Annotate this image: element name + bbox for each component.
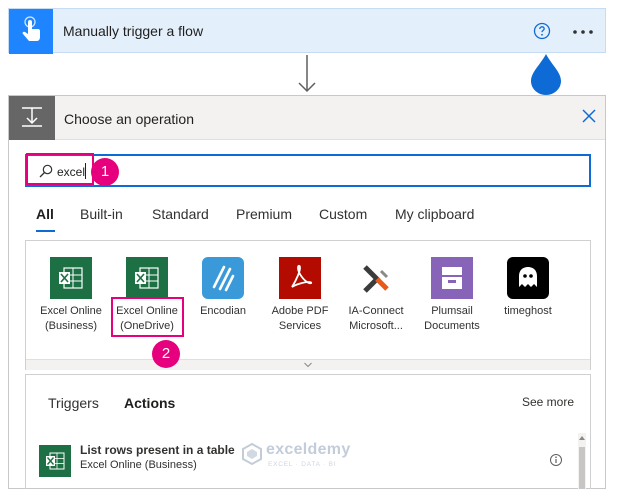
connector-grid: Excel Online (Business) Excel Online (On… [25,240,591,370]
watermark-name: exceldemy [266,441,351,458]
tab-premium[interactable]: Premium [236,206,292,222]
connector-label-line2: Documents [424,320,480,332]
onedrive-highlight-box [111,297,184,337]
excel-icon [39,445,71,477]
action-title: List rows present in a table [80,443,235,457]
expand-connectors-bar[interactable] [26,359,590,370]
scroll-up-arrow-icon[interactable] [577,433,587,443]
panel-header: Choose an operation [9,96,605,140]
excel-icon [50,257,92,299]
plumsail-icon [431,257,473,299]
close-icon[interactable] [581,108,597,124]
touch-hand-icon [22,16,40,41]
tab-actions[interactable]: Actions [124,395,175,411]
tab-custom[interactable]: Custom [319,206,367,222]
operation-icon [22,107,42,127]
panel-icon-box [9,96,55,140]
chevron-down-icon [304,362,312,368]
watermark: exceldemy EXCEL · DATA · BI [236,440,396,472]
active-tab-underline [36,230,55,232]
action-subtitle: Excel Online (Business) [80,459,197,471]
help-circle-icon[interactable] [533,22,551,40]
step-badge-2: 2 [152,340,180,368]
exceldemy-logo-icon [242,442,262,466]
trigger-title: Manually trigger a flow [63,23,204,39]
tab-triggers[interactable]: Triggers [48,395,99,411]
choose-operation-panel: Choose an operation excel 1 All Built-in… [8,95,606,489]
arrow-down-icon [298,55,316,93]
insert-step-drop-icon[interactable] [529,52,563,96]
ellipsis-icon[interactable] [572,29,594,35]
tab-standard[interactable]: Standard [152,206,209,222]
timeghost-icon [507,257,549,299]
step-badge-1: 1 [91,158,119,186]
connector-label-line1: timeghost [504,305,552,317]
adobe-pdf-icon [279,257,321,299]
tab-my-clipboard[interactable]: My clipboard [395,206,474,222]
watermark-tagline: EXCEL · DATA · BI [268,461,337,468]
trigger-icon-box [9,9,53,54]
search-highlight-box [26,153,94,185]
encodian-icon [202,257,244,299]
connector-timeghost[interactable]: timeghost [483,257,573,319]
see-more-link[interactable]: See more [522,395,574,409]
info-icon[interactable] [549,453,563,467]
tab-all[interactable]: All [36,206,54,222]
ia-connect-icon [355,257,397,299]
excel-icon [126,257,168,299]
panel-title: Choose an operation [64,111,194,127]
trigger-card[interactable]: Manually trigger a flow [8,8,606,54]
tab-built-in[interactable]: Built-in [80,206,123,222]
